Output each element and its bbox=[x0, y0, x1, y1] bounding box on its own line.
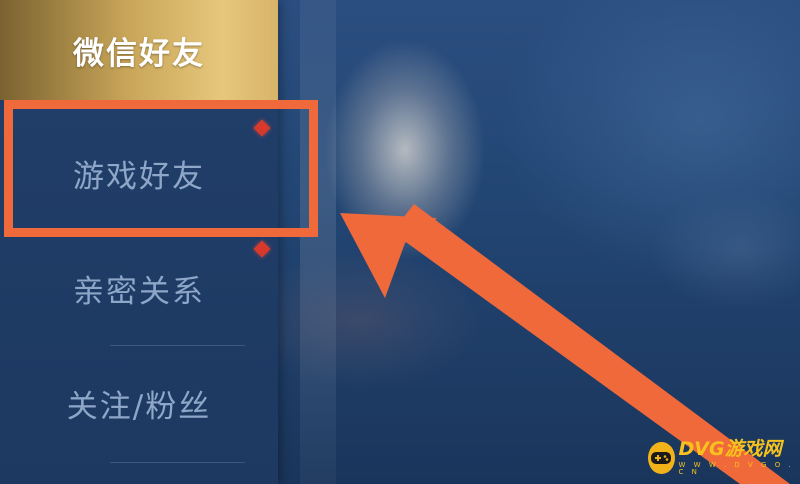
menu-divider bbox=[110, 345, 245, 346]
site-watermark: DVG游戏网 W W W . D V G O . C N bbox=[648, 436, 796, 480]
menu-item-label: 微信好友 bbox=[73, 35, 205, 72]
menu-divider bbox=[110, 462, 245, 463]
menu-item-wechat-friends[interactable]: 微信好友 bbox=[0, 0, 278, 100]
watermark-text: DVG游戏网 W W W . D V G O . C N bbox=[679, 440, 796, 476]
menu-item-follow-fans[interactable]: 关注/粉丝 bbox=[0, 355, 278, 451]
background-streak bbox=[300, 0, 336, 484]
menu-item-label: 关注/粉丝 bbox=[66, 388, 212, 425]
friends-sidebar: 微信好友 游戏好友 亲密关系 关注/粉丝 bbox=[0, 0, 278, 484]
highlight-box bbox=[4, 100, 318, 237]
watermark-brand: DVG游戏网 bbox=[678, 438, 782, 460]
watermark-url: W W W . D V G O . C N bbox=[678, 461, 794, 476]
menu-item-label: 亲密关系 bbox=[73, 273, 205, 310]
gamepad-icon bbox=[648, 442, 675, 474]
menu-item-intimate-relations[interactable]: 亲密关系 bbox=[0, 240, 278, 336]
